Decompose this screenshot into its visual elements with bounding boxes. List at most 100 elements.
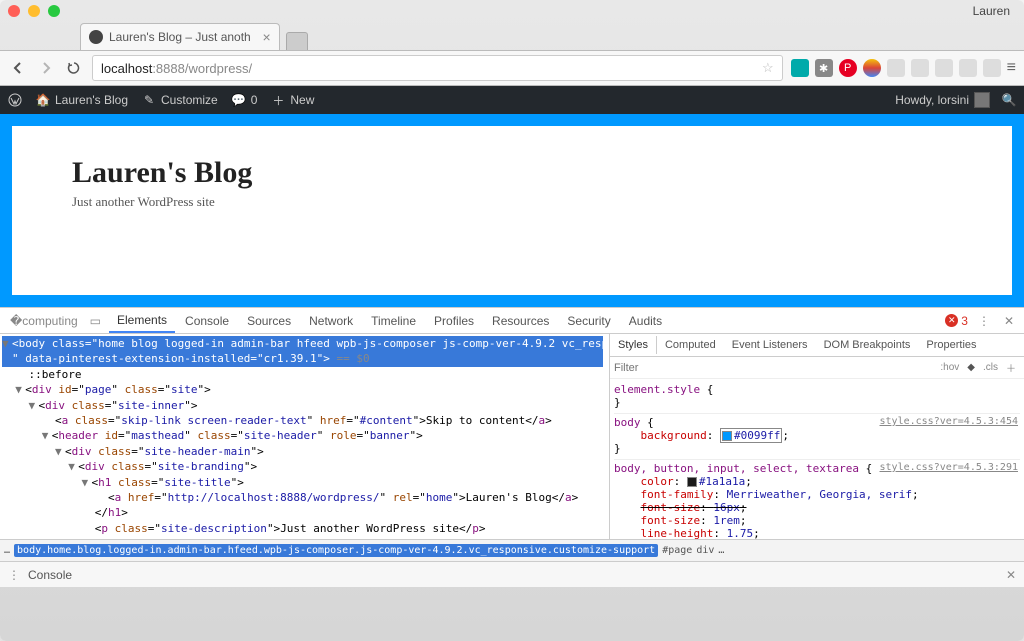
customize-label: Customize — [161, 93, 218, 107]
styles-pane[interactable]: element.style {} style.css?ver=4.5.3:454… — [610, 379, 1024, 539]
forward-button[interactable] — [36, 58, 56, 78]
devtools-body: ▼<body class="home blog logged-in admin-… — [0, 334, 1024, 539]
inspect-icon[interactable]: �computing — [6, 314, 82, 328]
source-link[interactable]: style.css?ver=4.5.3:454 — [880, 416, 1018, 427]
tab-audits[interactable]: Audits — [621, 310, 670, 332]
pinterest-icon[interactable]: P — [839, 59, 857, 77]
titlebar: Lauren — [0, 0, 1024, 22]
wp-admin-bar: 🏠Lauren's Blog ✎Customize 💬0 ＋New Howdy,… — [0, 86, 1024, 114]
wordpress-logo-icon[interactable] — [8, 93, 22, 107]
bc-active[interactable]: body.home.blog.logged-in.admin-bar.hfeed… — [14, 544, 658, 557]
new-style-rule-icon[interactable]: ＋ — [1002, 360, 1020, 375]
error-count: 3 — [961, 314, 968, 328]
close-drawer-icon[interactable]: ✕ — [1006, 568, 1016, 582]
plus-icon: ＋ — [271, 93, 285, 107]
tab-profiles[interactable]: Profiles — [426, 310, 482, 332]
extension-icon[interactable]: ✱ — [815, 59, 833, 77]
home-icon: 🏠 — [36, 93, 50, 107]
bc-item[interactable]: div — [696, 545, 714, 556]
sidebar-tabs: Styles Computed Event Listeners DOM Brea… — [610, 334, 1024, 357]
avatar — [974, 92, 990, 108]
browser-tab[interactable]: Lauren's Blog – Just anoth × — [80, 23, 280, 50]
hov-toggle[interactable]: :hov — [936, 362, 963, 373]
browser-window: Lauren Lauren's Blog – Just anoth × loca… — [0, 0, 1024, 641]
comment-icon: 💬 — [232, 93, 246, 107]
extension-icon[interactable] — [983, 59, 1001, 77]
page-inner: Lauren's Blog Just another WordPress sit… — [12, 126, 1012, 295]
extension-icon[interactable] — [959, 59, 977, 77]
tab-title: Lauren's Blog – Just anoth — [109, 30, 251, 44]
bc-item[interactable]: #page — [662, 545, 692, 556]
back-button[interactable] — [8, 58, 28, 78]
customize-link[interactable]: ✎ Customize — [142, 93, 218, 107]
bc-ellipsis[interactable]: … — [4, 545, 10, 556]
bookmark-star-icon[interactable]: ☆ — [762, 60, 774, 76]
extension-icon[interactable] — [887, 59, 905, 77]
error-badge[interactable]: ✕3 — [945, 314, 968, 328]
pin-val: cr1.39.1 — [264, 352, 317, 365]
site-title[interactable]: Lauren's Blog — [72, 156, 1002, 190]
before-pseudo: ::before — [29, 368, 82, 381]
url-port: :8888 — [152, 61, 185, 76]
dom-breadcrumb[interactable]: … body.home.blog.logged-in.admin-bar.hfe… — [0, 539, 1024, 561]
error-icon: ✕ — [945, 314, 958, 327]
url-host: localhost — [101, 61, 152, 76]
tab-resources[interactable]: Resources — [484, 310, 557, 332]
devtools-menu-icon[interactable]: ⋮ — [970, 314, 998, 328]
source-link[interactable]: style.css?ver=4.5.3:291 — [880, 462, 1018, 473]
maximize-window-button[interactable] — [48, 5, 60, 17]
reload-button[interactable] — [64, 58, 84, 78]
url-path: /wordpress/ — [185, 61, 252, 76]
minimize-window-button[interactable] — [28, 5, 40, 17]
new-tab-button[interactable] — [286, 32, 308, 50]
admin-site-name: Lauren's Blog — [55, 93, 128, 107]
tab-computed[interactable]: Computed — [657, 336, 724, 354]
menu-icon[interactable]: ≡ — [1007, 59, 1016, 77]
howdy-text: Howdy, lorsini — [895, 93, 969, 107]
toolbar: localhost:8888/wordpress/ ☆ ✱ P ≡ — [0, 50, 1024, 86]
drawer-menu-icon[interactable]: ⋮ — [8, 568, 28, 582]
site-description: Just another WordPress site — [72, 194, 1002, 210]
address-bar[interactable]: localhost:8888/wordpress/ ☆ — [92, 55, 783, 81]
site-name-link[interactable]: 🏠 Lauren's Blog — [36, 93, 128, 107]
chrome-icon[interactable] — [863, 59, 881, 77]
close-tab-icon[interactable]: × — [263, 29, 271, 45]
brush-icon: ✎ — [142, 93, 156, 107]
pin-attr: data-pinterest-extension-installed — [25, 352, 250, 365]
tab-elements[interactable]: Elements — [109, 309, 175, 333]
tabstrip: Lauren's Blog – Just anoth × — [0, 22, 1024, 50]
dom-tree[interactable]: ▼<body class="home blog logged-in admin-… — [0, 334, 609, 539]
tab-security[interactable]: Security — [559, 310, 618, 332]
tab-styles[interactable]: Styles — [610, 336, 657, 354]
tab-dom-breakpoints[interactable]: DOM Breakpoints — [816, 336, 919, 354]
search-icon[interactable]: 🔍 — [1002, 93, 1016, 107]
tab-timeline[interactable]: Timeline — [363, 310, 424, 332]
extension-icon[interactable] — [935, 59, 953, 77]
tab-properties[interactable]: Properties — [918, 336, 984, 354]
comments-link[interactable]: 💬0 — [232, 93, 258, 107]
extension-icon[interactable] — [791, 59, 809, 77]
cls-toggle[interactable]: .cls — [979, 362, 1002, 373]
filter-input[interactable] — [614, 362, 936, 374]
dollar-zero: == $0 — [337, 352, 370, 365]
tab-sources[interactable]: Sources — [239, 310, 299, 332]
close-devtools-icon[interactable]: ✕ — [1000, 314, 1018, 328]
filter-row: :hov ◆ .cls ＋ — [610, 357, 1024, 379]
tab-console[interactable]: Console — [177, 310, 237, 332]
extension-icon[interactable] — [911, 59, 929, 77]
profile-name[interactable]: Lauren — [973, 4, 1016, 18]
bc-item[interactable]: … — [718, 545, 724, 556]
new-label: New — [290, 93, 314, 107]
tab-event-listeners[interactable]: Event Listeners — [724, 336, 816, 354]
window-controls — [8, 5, 60, 17]
howdy-link[interactable]: Howdy, lorsini — [895, 92, 990, 108]
close-window-button[interactable] — [8, 5, 20, 17]
device-icon[interactable]: ▭ — [84, 314, 107, 328]
tab-network[interactable]: Network — [301, 310, 361, 332]
devtools: �computing ▭ Elements Console Sources Ne… — [0, 307, 1024, 587]
comment-count: 0 — [251, 93, 258, 107]
body-class: home blog logged-in admin-bar hfeed wpb-… — [98, 337, 609, 350]
console-drawer-label[interactable]: Console — [28, 568, 72, 582]
new-link[interactable]: ＋ New — [271, 93, 314, 107]
styles-sidebar: Styles Computed Event Listeners DOM Brea… — [609, 334, 1024, 539]
